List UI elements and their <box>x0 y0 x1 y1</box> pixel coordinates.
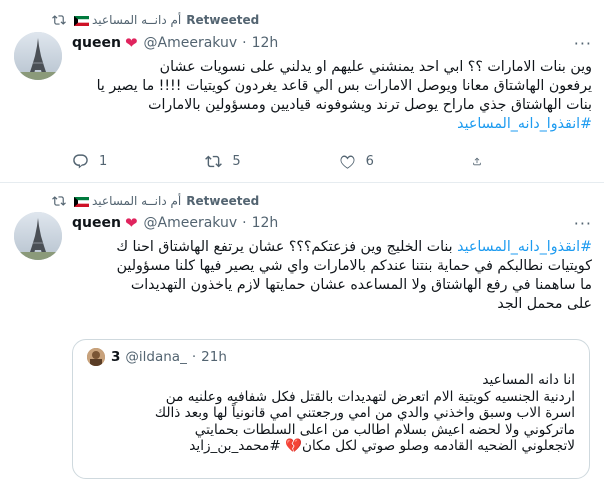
quoted-line: انا دانه المساعيد <box>482 372 575 388</box>
retweet-context: أم دانــه المساعيد Retweeted <box>52 193 259 209</box>
quoted-display-name[interactable]: 3 <box>111 349 120 365</box>
quoted-avatar[interactable] <box>87 348 105 366</box>
user-handle[interactable]: @Ameerakuv <box>144 215 238 231</box>
quoted-tweet-text: انا دانه المساعيد اردنية الجنسيه كويتية … <box>85 372 575 455</box>
eiffel-tower-image <box>14 32 62 80</box>
like-button[interactable]: 6 <box>339 151 472 171</box>
quoted-handle[interactable]: @ildana_ <box>125 349 186 365</box>
retweet-icon <box>52 15 66 25</box>
tweet-line-text: بنات الخليج وين فزعتكم؟؟؟ عشان يرتفع اله… <box>116 239 458 255</box>
display-name[interactable]: queen <box>72 215 121 231</box>
retweeted-label: Retweeted <box>186 194 260 208</box>
tweet[interactable]: أم دانــه المساعيد Retweeted queen ❤ @Am… <box>0 0 604 183</box>
hashtag-link[interactable]: #انقذوا_دانه_المساعيد <box>457 239 592 255</box>
tweet-line: بنات الهاشتاق جذي ماراح يوصل ترند ويشوفو… <box>148 97 592 113</box>
tweet[interactable]: أم دانــه المساعيد Retweeted queen ❤ @Am… <box>0 183 604 482</box>
tweet-header: queen ❤ @Ameerakuv · 12h <box>72 34 278 52</box>
retweeter-name[interactable]: أم دانــه المساعيد <box>92 194 181 208</box>
heart-emoji-icon: ❤ <box>124 34 138 52</box>
reply-icon <box>73 153 88 168</box>
separator-dot: · <box>242 35 247 51</box>
tweet-text: وين بنات الامارات ؟؟ ابي احد يمنشني عليه… <box>72 58 592 134</box>
quoted-line: اردنية الجنسيه كويتية الام اتعرض لتهديدا… <box>165 388 575 405</box>
kuwait-flag-icon <box>74 15 89 26</box>
like-icon <box>340 154 355 169</box>
reply-button[interactable]: 1 <box>72 151 205 171</box>
eiffel-tower-image <box>14 212 62 260</box>
like-count: 6 <box>365 153 374 169</box>
more-icon[interactable]: ··· <box>574 214 592 233</box>
reply-count: 1 <box>99 153 108 169</box>
quoted-line: اسرة الاب وسبق واخذني والدي من امي ورجعت… <box>154 405 575 422</box>
separator-dot: · <box>191 349 197 365</box>
share-button[interactable] <box>472 151 492 171</box>
timestamp[interactable]: 12h <box>252 35 279 51</box>
retweet-icon <box>205 155 223 167</box>
avatar[interactable] <box>14 212 62 260</box>
quoted-timestamp[interactable]: 21h <box>201 349 227 365</box>
tweet-text: #انقذوا_دانه_المساعيد بنات الخليج وين فز… <box>72 238 592 314</box>
display-name[interactable]: queen <box>72 35 121 51</box>
timestamp[interactable]: 12h <box>252 215 279 231</box>
share-icon <box>473 157 481 165</box>
avatar[interactable] <box>14 32 62 80</box>
retweet-button[interactable]: 5 <box>205 151 338 171</box>
retweeter-name[interactable]: أم دانــه المساعيد <box>92 13 181 27</box>
tweet-line: يرفعون الهاشتاق معانا ويوصل الامارات بس … <box>96 78 592 94</box>
more-icon[interactable]: ··· <box>574 34 592 53</box>
retweeted-label: Retweeted <box>186 13 260 27</box>
tweet-actions: 1 5 6 <box>72 151 492 171</box>
quoted-line: لاتجعلوني الضحيه القادمه وصلو صوتي لكل م… <box>189 438 575 455</box>
separator-dot: · <box>242 215 247 231</box>
retweet-context: أم دانــه المساعيد Retweeted <box>52 12 259 28</box>
quoted-tweet[interactable]: 3 @ildana_ · 21h انا دانه المساعيد اردني… <box>72 339 590 479</box>
tweet-line: على محمل الجد <box>497 296 592 312</box>
tweet-line: #انقذوا_دانه_المساعيد بنات الخليج وين فز… <box>72 238 592 257</box>
quoted-tweet-header: 3 @ildana_ · 21h <box>87 348 227 366</box>
hashtag-link[interactable]: #انقذوا_دانه_المساعيد <box>72 115 592 134</box>
kuwait-flag-icon <box>74 196 89 207</box>
retweet-icon <box>52 196 66 206</box>
heart-emoji-icon: ❤ <box>124 214 138 232</box>
tweet-line: كويتيات نطالبكم في حماية بنتنا عندكم بال… <box>116 258 592 274</box>
tweet-header: queen ❤ @Ameerakuv · 12h <box>72 214 278 232</box>
retweet-count: 5 <box>232 153 241 169</box>
user-handle[interactable]: @Ameerakuv <box>144 35 238 51</box>
quoted-line: ماتركوني ولا لحضه اعيش بسلام اطالب من اع… <box>194 421 575 438</box>
tweet-line: وين بنات الامارات ؟؟ ابي احد يمنشني عليه… <box>159 59 592 75</box>
tweet-line: ما ساهمنا في رفع الهاشتاق ولا المساعده ع… <box>130 277 592 293</box>
